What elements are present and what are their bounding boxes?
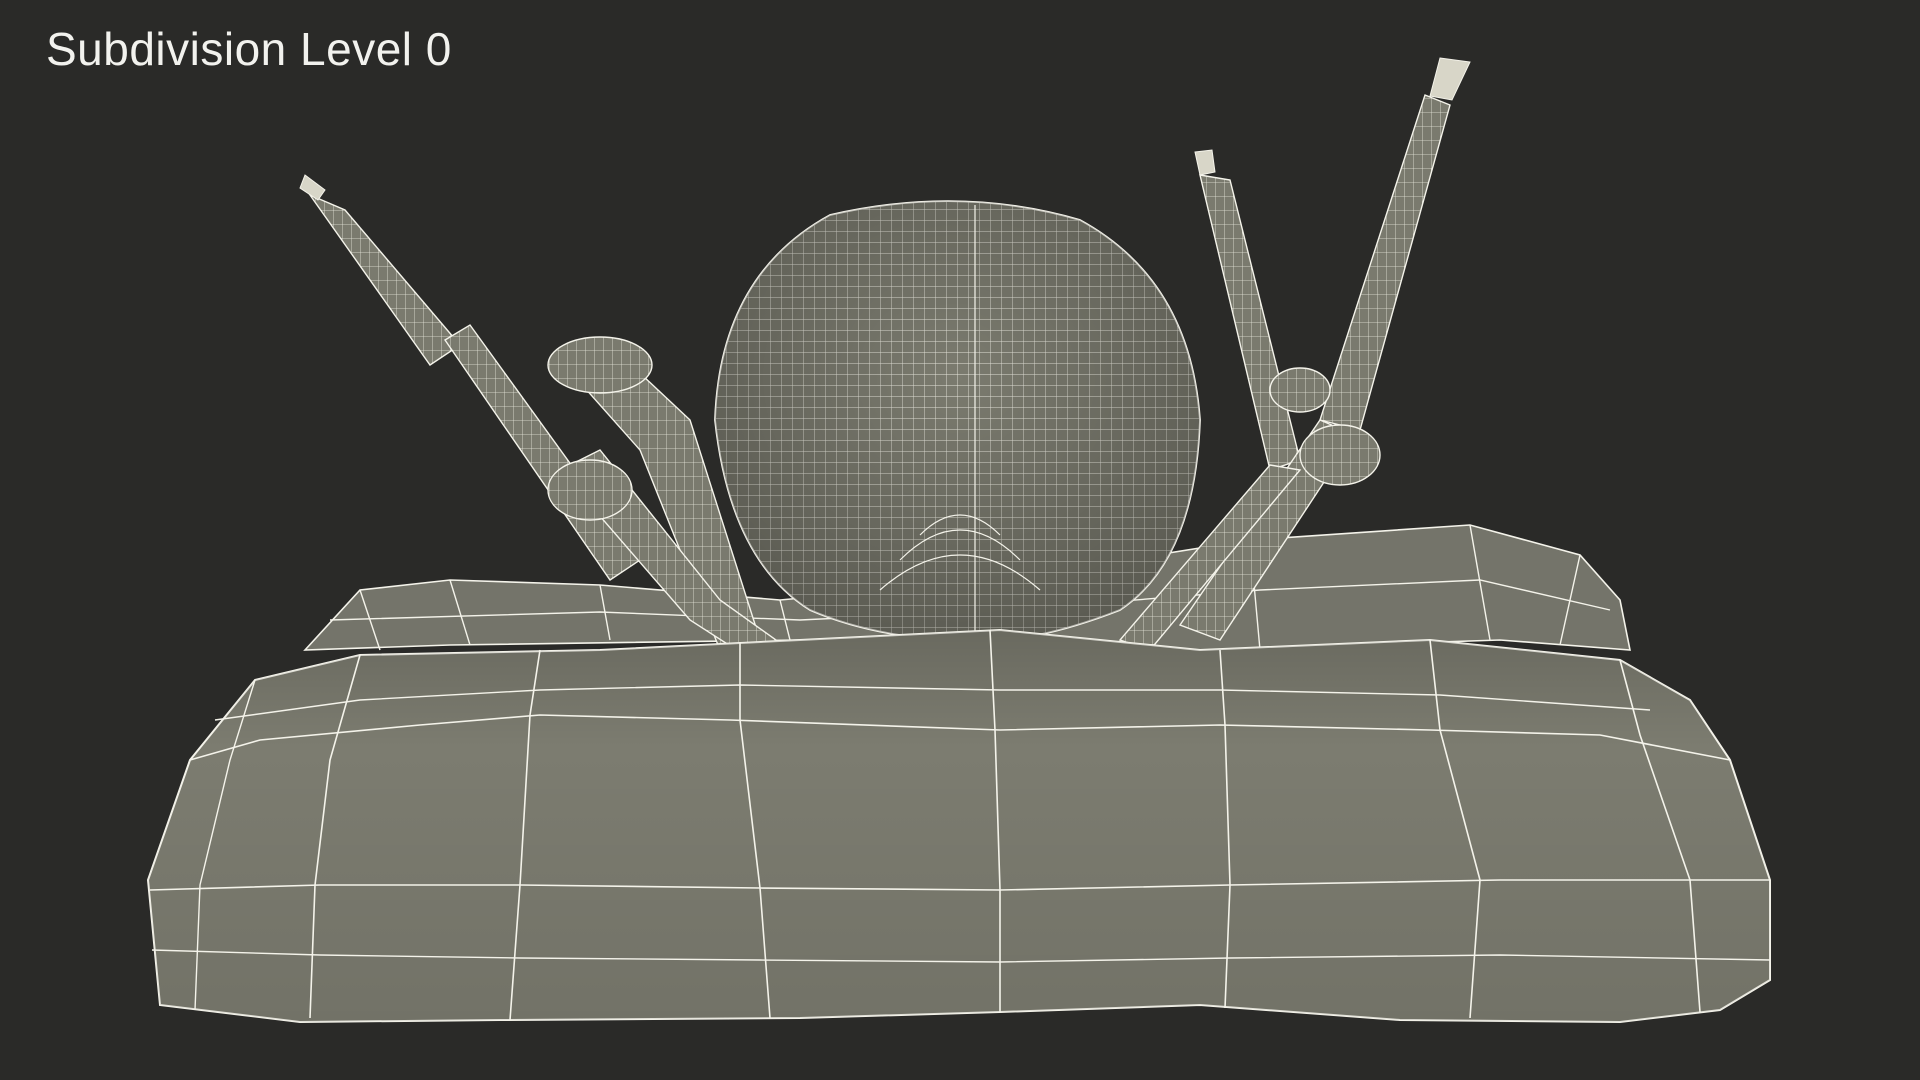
base-front: [146, 628, 1771, 1024]
subdivision-level-caption: Subdivision Level 0: [46, 23, 452, 75]
tick-body: [714, 200, 1201, 642]
wireframe-render: [146, 57, 1771, 1024]
render-viewport: Subdivision Level 0: [0, 0, 1920, 1080]
